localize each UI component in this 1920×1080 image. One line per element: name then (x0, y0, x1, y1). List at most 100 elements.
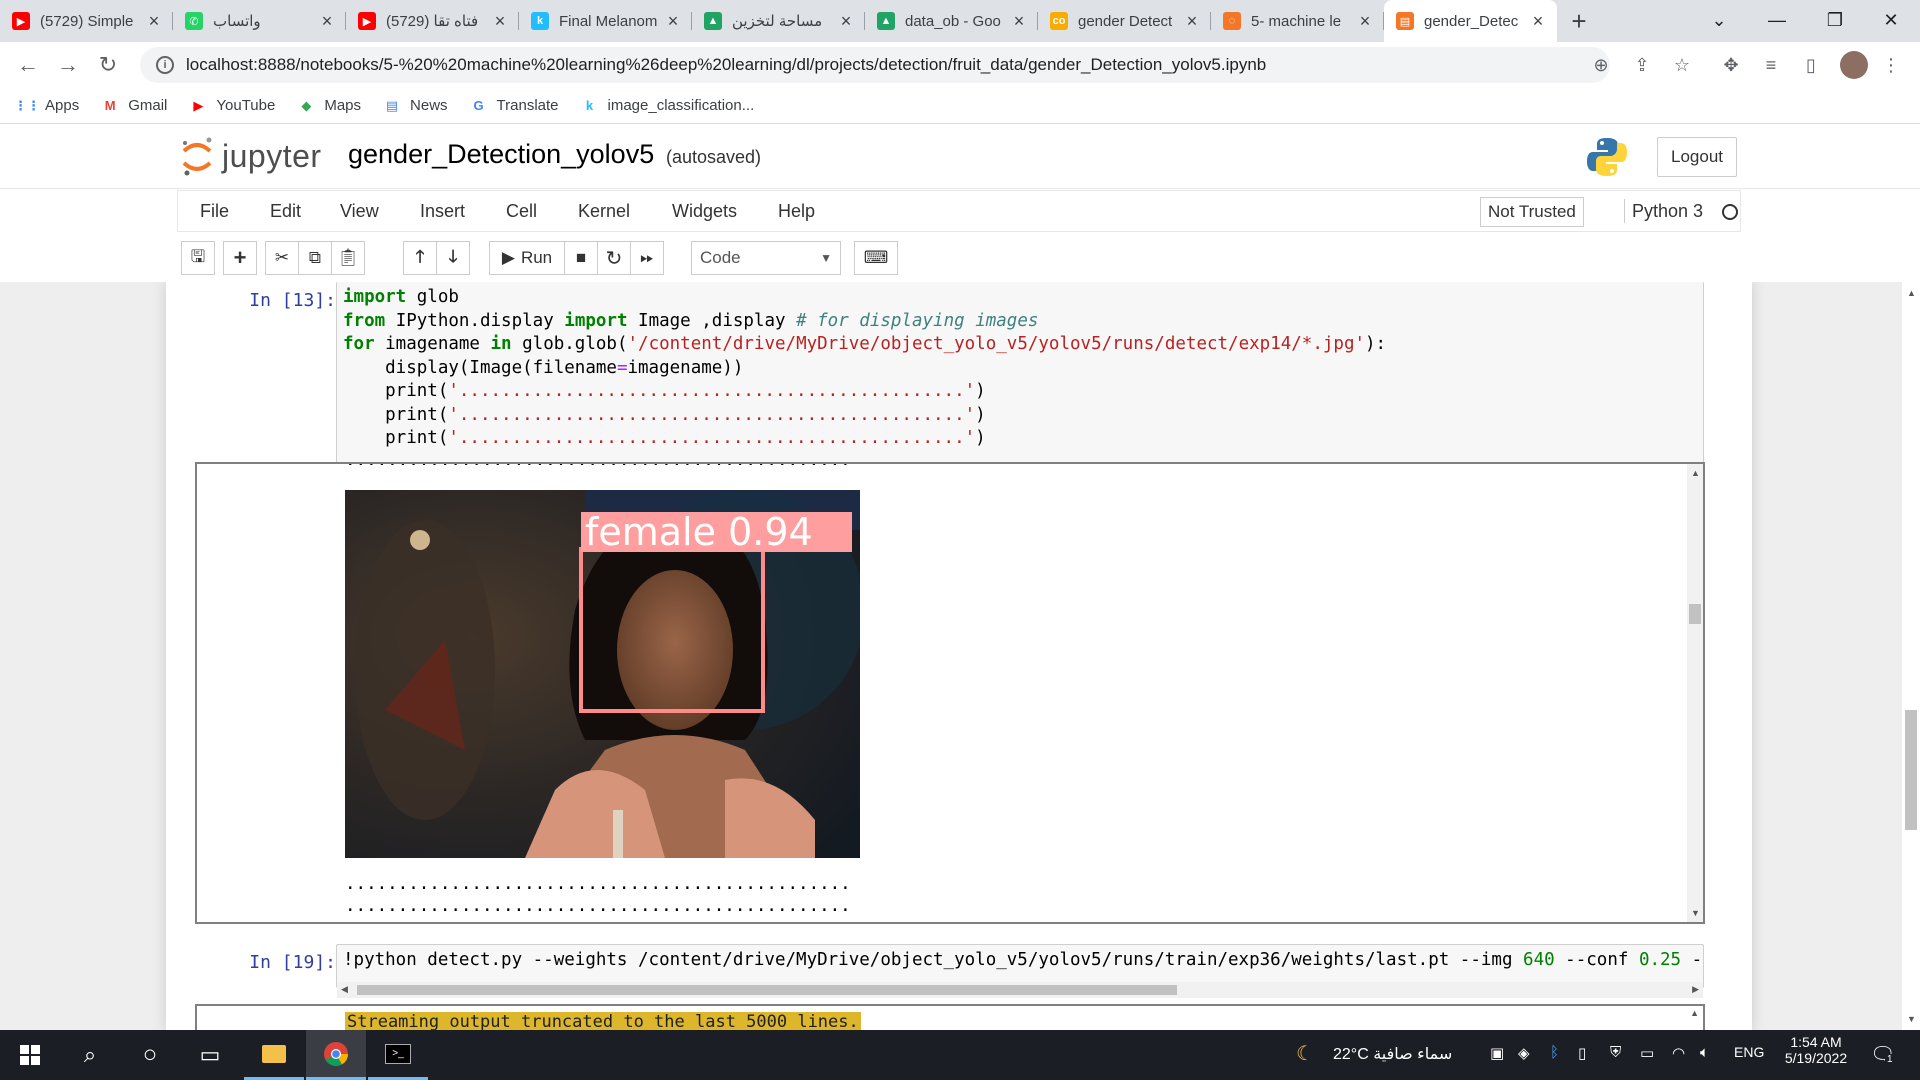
windows-start-icon[interactable] (0, 1030, 60, 1080)
tab-close-icon[interactable]: × (664, 11, 682, 32)
tab-close-icon[interactable]: × (145, 11, 163, 32)
browser-tab[interactable]: k Final Melanom × (519, 0, 692, 42)
move-down-icon[interactable]: 🡓 (436, 241, 470, 275)
file-explorer-icon[interactable] (244, 1030, 304, 1080)
search-icon[interactable]: ⌕ (60, 1030, 120, 1080)
notebook-name[interactable]: gender_Detection_yolov5 (348, 139, 654, 170)
tab-close-icon[interactable]: × (1010, 11, 1028, 32)
scroll-down-icon[interactable]: ▼ (1691, 908, 1700, 918)
scroll-up-icon[interactable]: ▲ (1691, 468, 1700, 478)
tab-search-icon[interactable]: ⌄ (1690, 0, 1748, 40)
scroll-down-icon[interactable]: ▼ (1907, 1014, 1916, 1024)
cell-output-scrollbox[interactable]: Streaming output truncated to the last 5… (195, 1004, 1705, 1030)
stop-icon[interactable]: ■ (564, 241, 598, 275)
scroll-left-icon[interactable]: ◀ (341, 984, 348, 995)
code-cell-input[interactable]: import glob from IPython.display import I… (336, 282, 1704, 464)
minimize-icon[interactable]: — (1748, 0, 1806, 40)
security-icon[interactable]: ⛨ (1610, 1044, 1621, 1061)
bookmark-item[interactable]: ⋮⋮ Apps (14, 97, 79, 115)
not-trusted-indicator[interactable]: Not Trusted (1480, 197, 1584, 227)
forward-arrow-icon[interactable]: → (48, 45, 88, 85)
browser-menu-icon[interactable]: ⋮ (1880, 54, 1902, 76)
new-tab-button[interactable]: + (1557, 0, 1601, 42)
bookmark-item[interactable]: k image_classification... (581, 97, 754, 115)
browser-tab[interactable]: ▲ مساحة لتخزين × (692, 0, 865, 42)
run-button[interactable]: ▶ Run (489, 241, 565, 275)
browser-tab[interactable]: ✆ واتساب × (173, 0, 346, 42)
cell-type-select[interactable]: Code ▼ (691, 241, 841, 275)
restore-icon[interactable]: ❐ (1806, 0, 1864, 40)
menu-help[interactable]: Help (778, 191, 815, 231)
clock[interactable]: 1:54 AM 5/19/2022 (1785, 1034, 1847, 1066)
copy-icon[interactable]: ⧉ (298, 241, 332, 275)
tab-close-icon[interactable]: × (837, 11, 855, 32)
fast-forward-icon[interactable]: ⏩︎ (630, 241, 664, 275)
volume-icon[interactable]: 🔈︎ (1700, 1044, 1709, 1061)
cut-icon[interactable]: ✂ (265, 241, 299, 275)
scroll-up-icon[interactable]: ▲ (1907, 288, 1916, 298)
bookmark-star-icon[interactable]: ☆ (1671, 54, 1693, 76)
horizontal-scrollbar[interactable]: ◀ ▶ (337, 982, 1703, 998)
save-icon[interactable]: 🖫 (181, 241, 215, 275)
horizontal-scrollbar-thumb[interactable] (357, 985, 1177, 995)
menu-kernel[interactable]: Kernel (578, 191, 630, 231)
weather-text[interactable]: 22°C سماء صافية (1333, 1044, 1452, 1064)
task-view-icon[interactable]: ▭ (180, 1030, 240, 1080)
browser-tab[interactable]: co gender Detect × (1038, 0, 1211, 42)
usb-icon[interactable]: ▯ (1578, 1044, 1586, 1062)
menu-cell[interactable]: Cell (506, 191, 537, 231)
bookmark-item[interactable]: ◆ Maps (297, 97, 361, 115)
close-window-icon[interactable]: ✕ (1862, 0, 1920, 40)
browser-tab[interactable]: ◌ 5- machine le × (1211, 0, 1384, 42)
restart-icon[interactable]: ↻ (597, 241, 631, 275)
paste-icon[interactable]: 📋︎ (331, 241, 365, 275)
cortana-icon[interactable]: ○ (120, 1030, 180, 1080)
menu-edit[interactable]: Edit (270, 191, 301, 231)
terminal-icon[interactable]: >_ (368, 1030, 428, 1080)
site-info-icon[interactable]: i (156, 56, 174, 74)
scrollbar-thumb[interactable] (1689, 604, 1701, 624)
battery-icon[interactable]: ▭ (1640, 1044, 1654, 1062)
keyboard-icon[interactable]: ⌨ (854, 241, 898, 275)
page-vertical-scrollbar[interactable]: ▲ ▼ (1902, 282, 1920, 1030)
zoom-app-icon[interactable]: ▣ (1490, 1044, 1504, 1062)
jupyter-logo[interactable]: jupyter (180, 135, 322, 177)
tab-close-icon[interactable]: × (1529, 11, 1547, 32)
tab-close-icon[interactable]: × (1356, 11, 1374, 32)
tab-close-icon[interactable]: × (318, 11, 336, 32)
profile-avatar[interactable] (1840, 51, 1868, 79)
bookmark-item[interactable]: ▤ News (383, 97, 448, 115)
wifi-icon[interactable]: ◠ (1672, 1044, 1685, 1062)
menu-file[interactable]: File (200, 191, 229, 231)
menu-view[interactable]: View (340, 191, 379, 231)
network-tray-icon[interactable]: ◈ (1518, 1044, 1530, 1062)
insert-cell-icon[interactable]: + (223, 241, 257, 275)
back-arrow-icon[interactable]: ← (8, 45, 48, 85)
extensions-icon[interactable]: ✥ (1720, 54, 1742, 76)
browser-tab[interactable]: ▲ data_ob - Goo × (865, 0, 1038, 42)
bookmark-item[interactable]: M Gmail (101, 97, 168, 115)
reading-list-icon[interactable]: ≡ (1760, 54, 1782, 76)
tab-close-icon[interactable]: × (1183, 11, 1201, 32)
menu-widgets[interactable]: Widgets (672, 191, 737, 231)
output-vertical-scrollbar[interactable]: ▲ ▼ (1687, 464, 1703, 922)
browser-tab[interactable]: ▶ (5729) فتاه تقا × (346, 0, 519, 42)
reload-icon[interactable]: ↻ (88, 45, 128, 85)
bookmark-item[interactable]: G Translate (470, 97, 558, 115)
address-bar[interactable]: i localhost:8888/notebooks/5-%20%20machi… (140, 47, 1610, 83)
scroll-right-icon[interactable]: ▶ (1692, 984, 1699, 995)
scroll-up-icon[interactable]: ▲ (1690, 1008, 1699, 1018)
cell-output-scrollbox[interactable]: ........................................… (195, 462, 1705, 924)
kernel-name[interactable]: Python 3 (1632, 191, 1703, 231)
bookmark-item[interactable]: ▶ YouTube (189, 97, 275, 115)
tab-close-icon[interactable]: × (491, 11, 509, 32)
zoom-icon[interactable]: ⊕ (1590, 54, 1612, 76)
language-indicator[interactable]: ENG (1734, 1044, 1764, 1060)
bluetooth-icon[interactable]: ᛒ (1550, 1044, 1559, 1061)
chrome-icon[interactable] (306, 1030, 366, 1080)
logout-button[interactable]: Logout (1657, 137, 1737, 177)
move-up-icon[interactable]: 🡑 (403, 241, 437, 275)
browser-tab[interactable]: ▶ (5729) Simple × (0, 0, 173, 42)
browser-tab[interactable]: ▤ gender_Detec × (1384, 0, 1557, 42)
side-panel-icon[interactable]: ▯ (1800, 54, 1822, 76)
